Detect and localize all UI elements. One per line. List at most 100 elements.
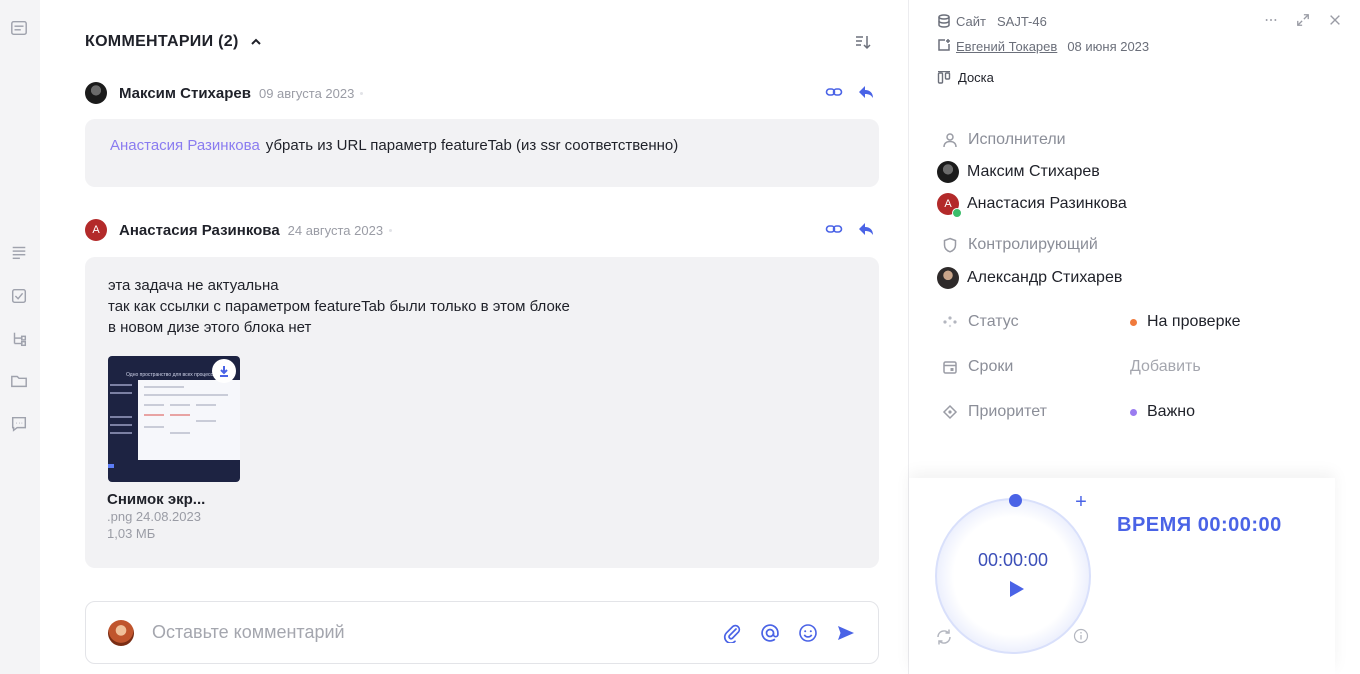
separator-dot xyxy=(360,91,364,95)
created-date: 08 июня 2023 xyxy=(1067,39,1150,54)
database-icon xyxy=(937,14,951,28)
deadline-label: Сроки xyxy=(968,358,1014,375)
avatar-letter: А xyxy=(944,198,952,210)
priority-dot xyxy=(1130,408,1137,416)
comment-body: эта задача не актуальна так как ссылки с… xyxy=(85,257,879,568)
status-value: На проверке xyxy=(1147,313,1241,330)
deadline-field[interactable]: Сроки Добавить xyxy=(942,356,1322,378)
person-icon xyxy=(943,133,957,148)
timer-dial[interactable]: 00:00:00 xyxy=(935,494,1091,654)
avatar[interactable] xyxy=(85,82,107,104)
project-name[interactable]: Сайт xyxy=(956,14,986,29)
avatar[interactable]: А xyxy=(85,219,107,241)
comments-header: КОММЕНТАРИИ (2) xyxy=(85,30,875,54)
timer-display: 00:00:00 xyxy=(977,550,1049,570)
assignee[interactable]: Максим Стихарев xyxy=(937,161,1100,183)
comment-author[interactable]: Анастасия Разинкова xyxy=(119,222,280,239)
assignee[interactable]: А Анастасия Разинкова xyxy=(937,193,1127,218)
chevron-up-icon[interactable] xyxy=(249,35,263,49)
description-icon[interactable] xyxy=(9,242,29,262)
close-icon[interactable] xyxy=(1327,12,1343,28)
checklist-icon[interactable] xyxy=(9,286,29,306)
status-field[interactable]: Статус На проверке xyxy=(942,311,1322,333)
attachment-size: 1,03 МБ xyxy=(107,526,156,541)
comment-input[interactable] xyxy=(152,622,722,643)
priority-icon xyxy=(942,404,958,420)
sort-comments-button[interactable] xyxy=(851,30,875,54)
attachment-meta: .png 24.08.2023 1,03 МБ xyxy=(107,508,201,542)
board-row[interactable]: Доска xyxy=(937,70,994,85)
comment-date: 09 августа 2023 xyxy=(258,85,355,101)
card-icon[interactable] xyxy=(9,18,29,38)
comment-header: Максим Стихарев 09 августа 2023 xyxy=(85,81,875,105)
mention-link[interactable]: Анастасия Разинкова xyxy=(110,137,260,154)
comment-author[interactable]: Максим Стихарев xyxy=(119,85,251,102)
separator-dot xyxy=(389,228,393,232)
link-icon[interactable] xyxy=(825,83,843,101)
left-rail xyxy=(0,0,40,674)
comment-body: Анастасия Разинкова убрать из URL парамет… xyxy=(85,119,879,187)
comments-pane: КОММЕНТАРИИ (2) Максим Стихарев 09 авгус… xyxy=(40,0,908,674)
add-time-button[interactable]: + xyxy=(1073,492,1089,512)
priority-value: Важно xyxy=(1147,403,1196,420)
assignees-label: Исполнители xyxy=(968,131,1066,148)
download-icon xyxy=(220,366,228,377)
comment-header: А Анастасия Разинкова 24 августа 2023 xyxy=(85,218,875,242)
scroll-fade xyxy=(909,440,1360,480)
more-icon[interactable] xyxy=(1263,12,1279,28)
avatar xyxy=(937,267,959,289)
assignee-name: Максим Стихарев xyxy=(967,163,1100,180)
task-details-panel: Сайт SAJT-46 Евгений Токарев 08 июня 202… xyxy=(908,0,1360,674)
task-header: Сайт SAJT-46 xyxy=(937,12,1340,30)
timer-label: ВРЕМЯ 00:00:00 xyxy=(1117,514,1282,536)
shield-icon xyxy=(943,237,957,253)
reply-icon[interactable] xyxy=(857,83,875,101)
assignee-name: Анастасия Разинкова xyxy=(967,195,1127,212)
priority-field[interactable]: Приоритет Важно xyxy=(942,401,1322,423)
calendar-icon xyxy=(943,361,957,374)
create-icon xyxy=(937,38,951,55)
mention-icon[interactable] xyxy=(760,623,780,643)
controller-name: Александр Стихарев xyxy=(967,269,1123,286)
status-dot xyxy=(1130,318,1137,326)
attachment-thumbnail[interactable]: Одно пространство для всех процессов xyxy=(108,356,240,482)
emoji-icon[interactable] xyxy=(798,623,818,643)
folder-icon[interactable] xyxy=(9,371,29,391)
timer-knob[interactable] xyxy=(1009,494,1022,507)
attachment-ext-date: .png 24.08.2023 xyxy=(107,509,201,524)
deadline-add[interactable]: Добавить xyxy=(1130,358,1201,376)
assignees-section: Исполнители xyxy=(942,131,1066,149)
online-badge xyxy=(952,208,962,218)
comments-title: КОММЕНТАРИИ (2) xyxy=(85,33,239,50)
link-icon[interactable] xyxy=(825,220,843,238)
status-label: Статус xyxy=(968,313,1019,330)
controller-label: Контролирующий xyxy=(968,236,1098,253)
comment-text: убрать из URL параметр featureTab (из ss… xyxy=(265,137,679,154)
board-name: Доска xyxy=(958,70,994,85)
creator-link[interactable]: Евгений Токарев xyxy=(956,39,1057,54)
controller[interactable]: Александр Стихарев xyxy=(937,267,1122,289)
info-icon[interactable] xyxy=(1073,628,1089,644)
reset-icon[interactable] xyxy=(935,628,953,646)
expand-icon[interactable] xyxy=(1295,12,1311,28)
task-key[interactable]: SAJT-46 xyxy=(997,14,1047,29)
attach-icon[interactable] xyxy=(722,623,742,643)
task-created-row: Евгений Токарев 08 июня 2023 xyxy=(937,38,1149,55)
reply-icon[interactable] xyxy=(857,220,875,238)
board-icon xyxy=(937,70,951,84)
priority-label: Приоритет xyxy=(968,403,1047,420)
controller-section: Контролирующий xyxy=(942,236,1098,254)
comments-icon[interactable] xyxy=(9,414,29,434)
comment-date: 24 августа 2023 xyxy=(287,222,384,238)
attachment-name[interactable]: Снимок экр... xyxy=(107,489,205,510)
play-icon[interactable] xyxy=(1009,580,1025,598)
avatar: А xyxy=(937,193,962,218)
comment-composer xyxy=(85,601,879,664)
comment-text-line: эта задача не актуальна xyxy=(108,277,279,294)
avatar xyxy=(937,161,959,183)
download-button[interactable] xyxy=(212,359,236,383)
subtasks-icon[interactable] xyxy=(9,329,29,349)
timer-panel: 00:00:00 + ВРЕМЯ 00:00:00 xyxy=(909,478,1335,674)
comment-text-line: так как ссылки с параметром featureTab б… xyxy=(108,298,570,315)
send-icon[interactable] xyxy=(836,623,856,643)
